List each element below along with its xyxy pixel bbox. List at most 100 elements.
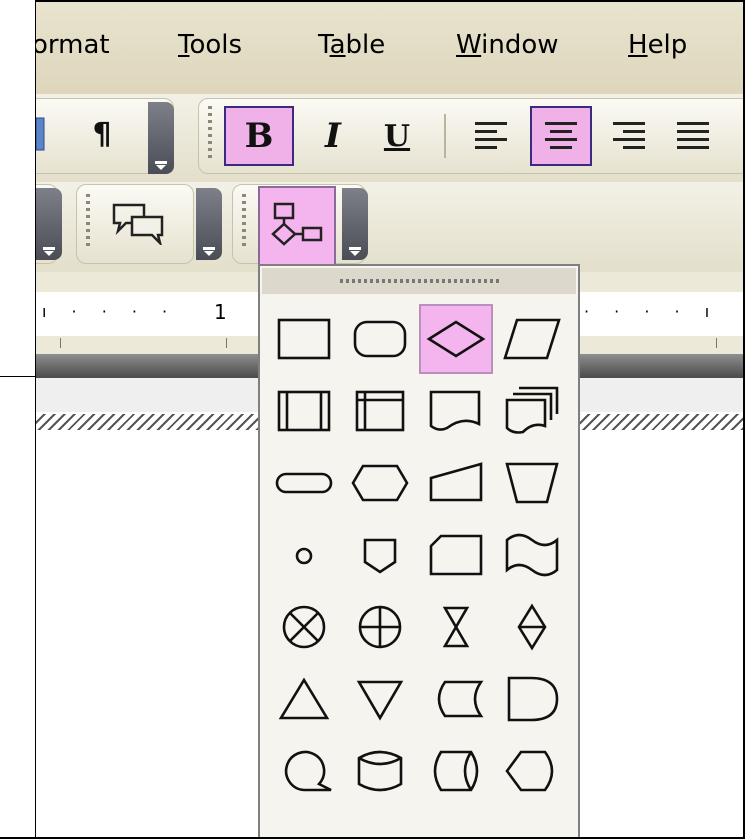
toolbar-options-chevron[interactable] (36, 188, 62, 260)
flowchart-extract-icon (278, 677, 330, 720)
palette-grip-dots (340, 279, 500, 283)
flowchart-extract-button[interactable] (267, 664, 341, 734)
flowchart-manual-input-button[interactable] (419, 448, 493, 518)
flowchart-offpage-connector-button[interactable] (343, 520, 417, 590)
flowchart-sequential-access-storage-button[interactable] (267, 736, 341, 806)
toolbar-options-chevron[interactable] (148, 102, 174, 174)
flowchart-process-icon (277, 318, 331, 360)
center-button[interactable] (530, 106, 592, 166)
flowchart-merge-icon (356, 680, 404, 721)
left-margin-column (0, 0, 36, 839)
flowchart-or-icon (358, 605, 402, 649)
flowchart-decision-button[interactable] (419, 304, 493, 374)
flowchart-internal-storage-icon (355, 390, 405, 432)
ruler-ticks-left: ı · · · · (42, 302, 178, 321)
italic-button[interactable]: I (306, 106, 360, 166)
flowchart-alternate-process-icon (353, 320, 407, 358)
ruler-tick (60, 338, 61, 348)
ruler-number: 1 (214, 300, 227, 324)
menu-bar: ormat Tools Table Window Help (36, 2, 743, 94)
flowchart-terminator-icon (275, 472, 333, 494)
flowchart-magnetic-disk-button[interactable] (343, 736, 417, 806)
justify-button[interactable] (666, 106, 720, 166)
flowchart-data-icon (503, 318, 561, 360)
bold-button[interactable]: B (224, 106, 294, 166)
toolbar-separator (444, 114, 446, 158)
flowchart-magnetic-disk-icon (357, 750, 403, 792)
flowchart-offpage-connector-icon (363, 538, 397, 574)
flowchart-manual-input-icon (429, 462, 483, 502)
document-map-icon[interactable] (36, 108, 46, 160)
flowchart-sort-icon (517, 603, 547, 651)
flowchart-punched-tape-button[interactable] (495, 520, 569, 590)
flowchart-collate-icon (442, 606, 470, 648)
ruler-tick (716, 338, 717, 348)
flowchart-icon (271, 202, 323, 246)
justify-icon (677, 122, 709, 149)
align-center-icon (545, 122, 577, 149)
flowchart-stored-data-button[interactable] (419, 664, 493, 734)
callouts-button[interactable] (102, 192, 174, 254)
left-margin-divider (0, 376, 36, 377)
flowchart-summing-junction-button[interactable] (267, 592, 341, 662)
flowchart-collate-button[interactable] (419, 592, 493, 662)
toolbar-options-chevron[interactable] (342, 188, 368, 260)
flowchart-preparation-icon (351, 464, 409, 502)
menu-help[interactable]: Help (628, 30, 687, 60)
align-right-icon (613, 122, 645, 149)
flowchart-predefined-process-button[interactable] (267, 376, 341, 446)
flowchart-summing-junction-icon (282, 605, 326, 649)
align-left-button[interactable] (464, 106, 518, 166)
formatting-toolbar-row: ¶ B I U (36, 94, 743, 182)
flowchart-connector-button[interactable] (267, 520, 341, 590)
align-right-button[interactable] (602, 106, 656, 166)
flowchart-display-icon (505, 750, 554, 792)
flowchart-internal-storage-button[interactable] (343, 376, 417, 446)
flowchart-data-button[interactable] (495, 304, 569, 374)
menu-tools[interactable]: Tools (178, 30, 242, 60)
flowchart-palette (258, 264, 580, 837)
palette-drag-handle[interactable] (262, 268, 576, 294)
flowchart-manual-operation-button[interactable] (495, 448, 569, 518)
header-hatch-left (36, 414, 258, 430)
flowchart-delay-icon (507, 676, 559, 722)
menu-table[interactable]: Table (318, 30, 385, 60)
menu-format[interactable]: ormat (36, 30, 110, 60)
callout-icon (112, 203, 164, 245)
toolbar-grip[interactable] (86, 194, 90, 250)
flowchart-menu-button[interactable] (258, 186, 336, 268)
word-window: ormat Tools Table Window Help ¶ B I U ı … (36, 2, 743, 837)
flowchart-delay-button[interactable] (495, 664, 569, 734)
flowchart-multidocument-button[interactable] (495, 376, 569, 446)
flowchart-punched-tape-icon (505, 533, 559, 577)
align-left-icon (475, 122, 507, 149)
flowchart-sort-button[interactable] (495, 592, 569, 662)
underline-button[interactable]: U (370, 106, 424, 166)
flowchart-process-button[interactable] (267, 304, 341, 374)
toolbar-options-chevron[interactable] (196, 188, 222, 260)
toolbar-grip[interactable] (208, 106, 212, 162)
show-hide-paragraph-button[interactable]: ¶ (80, 108, 124, 160)
flowchart-decision-icon (426, 320, 486, 358)
flowchart-card-button[interactable] (419, 520, 493, 590)
flowchart-display-button[interactable] (495, 736, 569, 806)
flowchart-terminator-button[interactable] (267, 448, 341, 518)
drawing-toolbar-row (36, 182, 743, 272)
flowchart-direct-access-storage-button[interactable] (419, 736, 493, 806)
header-hatch-right (580, 414, 743, 430)
toolbar-grip[interactable] (242, 194, 246, 250)
flowchart-manual-operation-icon (505, 462, 559, 504)
flowchart-direct-access-storage-icon (433, 750, 479, 792)
flowchart-merge-button[interactable] (343, 664, 417, 734)
flowchart-sequential-access-storage-icon (284, 750, 332, 792)
flowchart-stored-data-icon (437, 680, 484, 718)
flowchart-preparation-button[interactable] (343, 448, 417, 518)
flowchart-multidocument-icon (505, 386, 559, 434)
flowchart-card-icon (429, 534, 483, 576)
flowchart-or-button[interactable] (343, 592, 417, 662)
flowchart-alternate-process-button[interactable] (343, 304, 417, 374)
ruler-ticks-right: · · · · ı (584, 302, 720, 321)
menu-window[interactable]: Window (456, 30, 559, 60)
flowchart-document-button[interactable] (419, 376, 493, 446)
ruler-tick (226, 338, 227, 348)
